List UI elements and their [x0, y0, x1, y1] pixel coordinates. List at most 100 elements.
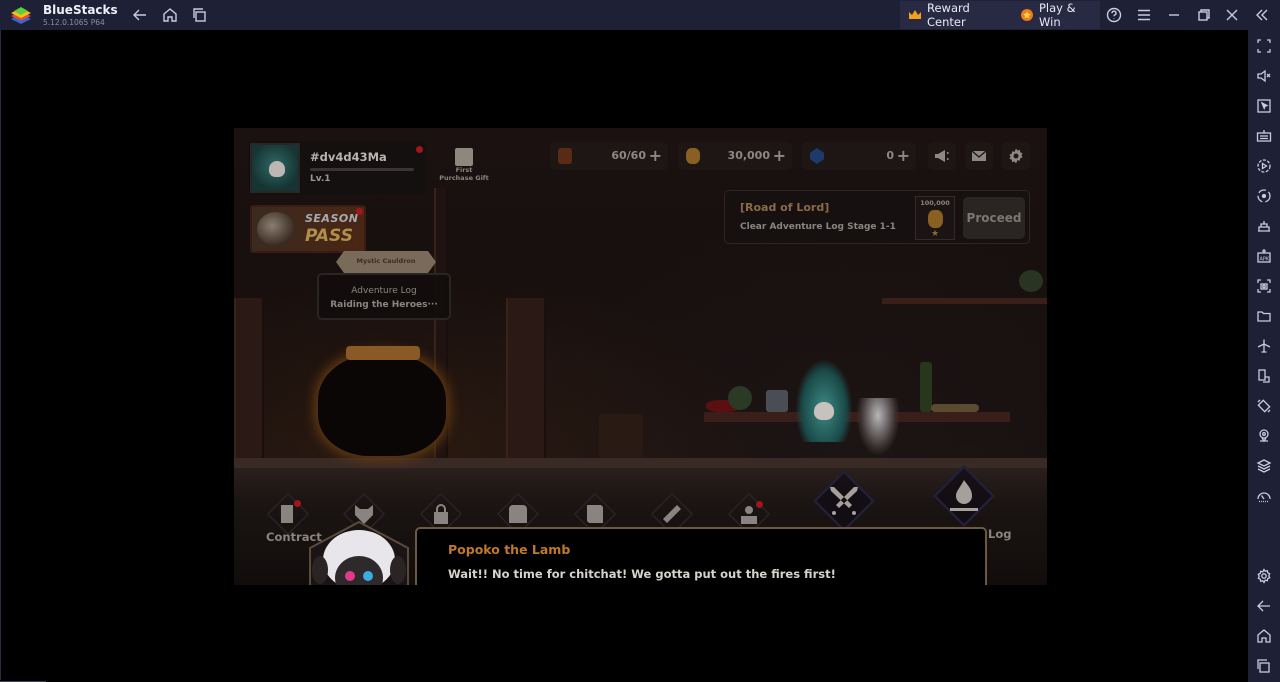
- adventure-log-subtitle: Raiding the Heroes···: [330, 300, 438, 310]
- play-win-coin-icon: [1020, 8, 1034, 22]
- location-icon[interactable]: [1254, 426, 1274, 446]
- player-name: #dv4d43Ma: [310, 150, 387, 164]
- volume-mute-icon[interactable]: [1254, 66, 1274, 86]
- add-gold-button[interactable]: +: [773, 146, 786, 165]
- collapse-sidebar-icon[interactable]: [1252, 5, 1272, 25]
- megaphone-icon: [935, 150, 949, 162]
- dialog-text: Wait!! No time for chitchat! We gotta pu…: [448, 567, 836, 581]
- proceed-button[interactable]: Proceed: [963, 197, 1025, 239]
- fullscreen-icon[interactable]: [1254, 36, 1274, 56]
- game-viewport[interactable]: #dv4d43Ma Lv.1 First Purchase Gift 60/60…: [234, 128, 1047, 585]
- feather-icon: [257, 212, 295, 246]
- mail-button[interactable]: [965, 142, 993, 170]
- star-icon: ★: [931, 229, 940, 239]
- right-sidebar: APK: [1248, 30, 1280, 682]
- quest-reward: 100,000 ★: [915, 196, 955, 240]
- skull-spirit-character[interactable]: [796, 360, 852, 442]
- watermelon-prop: [728, 386, 752, 410]
- player-avatar[interactable]: [250, 143, 300, 193]
- rotate-sync-icon[interactable]: [1254, 186, 1274, 206]
- bottle-prop: [920, 362, 932, 412]
- settings-icon[interactable]: [1254, 566, 1274, 586]
- back-icon[interactable]: [130, 5, 150, 25]
- keyboard-icon[interactable]: [1254, 126, 1274, 146]
- gold-reward-icon: [928, 210, 943, 228]
- flame-book-icon: [950, 480, 978, 511]
- season-pass-line1: SEASON: [305, 212, 359, 225]
- mystic-cauldron-banner: Mystic Cauldron: [336, 251, 436, 273]
- multi-instance-icon[interactable]: [1254, 366, 1274, 386]
- settings-button[interactable]: [1002, 142, 1030, 170]
- add-gem-button[interactable]: +: [897, 146, 910, 165]
- quest-panel: [Road of Lord] Clear Adventure Log Stage…: [724, 190, 1030, 244]
- lamb-character[interactable]: [856, 398, 900, 456]
- android-home-icon[interactable]: [1254, 626, 1274, 646]
- crown-icon: [908, 8, 922, 22]
- nav-battle[interactable]: [813, 470, 875, 532]
- resource-gem[interactable]: 0 +: [802, 142, 916, 170]
- nav-adventure-log[interactable]: [933, 465, 995, 527]
- screenshot-icon[interactable]: [1254, 276, 1274, 296]
- install-apk-icon[interactable]: APK: [1254, 246, 1274, 266]
- mystic-cauldron-label: Mystic Cauldron: [356, 257, 416, 265]
- background-pillar: [506, 298, 546, 468]
- gold-value: 30,000: [727, 149, 770, 162]
- gift-label-line1: First: [455, 166, 473, 174]
- dialog-box[interactable]: Popoko the Lamb Wait!! No time for chitc…: [415, 527, 987, 585]
- adventure-log-title: Adventure Log: [351, 286, 417, 296]
- layers-icon[interactable]: [1254, 456, 1274, 476]
- app-name: BlueStacks: [43, 3, 118, 17]
- app-version: 5.12.0.1065 P64: [43, 18, 105, 27]
- chest-icon: [509, 505, 527, 523]
- bluestacks-logo-icon: [11, 7, 31, 24]
- airplane-icon[interactable]: [1254, 336, 1274, 356]
- blue-gem-icon: [810, 148, 824, 164]
- wall-shelf: [882, 298, 1047, 304]
- monster-book-icon: [587, 505, 603, 523]
- mail-icon: [971, 150, 987, 161]
- adventure-log-box[interactable]: Adventure Log Raiding the Heroes···: [317, 273, 451, 320]
- gift-label-line2: Purchase Gift: [439, 174, 489, 182]
- reward-center-button[interactable]: Reward Center: [900, 1, 1012, 29]
- stamina-value: 60/60: [611, 149, 646, 162]
- pitcher-prop: [766, 390, 788, 412]
- close-icon[interactable]: [1222, 5, 1242, 25]
- help-icon[interactable]: [1104, 5, 1124, 25]
- mystic-cauldron[interactable]: [318, 346, 446, 456]
- crossed-swords-icon: [830, 487, 858, 515]
- performance-icon[interactable]: [1254, 486, 1274, 506]
- skull-icon: [814, 402, 834, 420]
- home-icon[interactable]: [160, 5, 180, 25]
- resource-stamina[interactable]: 60/60 +: [550, 142, 668, 170]
- gold-pile: [346, 346, 420, 360]
- first-purchase-gift-button[interactable]: First Purchase Gift: [436, 148, 492, 196]
- menu-icon[interactable]: [1134, 5, 1154, 25]
- announcement-button[interactable]: [928, 142, 956, 170]
- android-recents-icon[interactable]: [1254, 656, 1274, 676]
- pointer-icon[interactable]: [1254, 96, 1274, 116]
- nav-log-label: Log: [988, 527, 1012, 541]
- title-bar: BlueStacks 5.12.0.1065 P64 Reward Center…: [0, 0, 1280, 30]
- recent-apps-icon[interactable]: [190, 5, 210, 25]
- reward-center-label: Reward Center: [927, 1, 970, 29]
- svg-text:APK: APK: [1260, 257, 1270, 263]
- record-icon[interactable]: [1254, 156, 1274, 176]
- popoko-portrait: [309, 520, 409, 585]
- rotate-screen-icon[interactable]: [1254, 396, 1274, 416]
- notification-dot: [294, 500, 301, 507]
- skull-avatar-icon: [269, 161, 285, 177]
- minimize-icon[interactable]: [1164, 5, 1184, 25]
- resource-gold[interactable]: 30,000 +: [678, 142, 792, 170]
- nav-contract[interactable]: [266, 492, 310, 536]
- season-pass-button[interactable]: SEASON PASS: [250, 205, 366, 253]
- gear-icon: [1009, 148, 1023, 164]
- add-stamina-button[interactable]: +: [649, 146, 662, 165]
- android-back-icon[interactable]: [1254, 596, 1274, 616]
- folder-icon[interactable]: [1254, 306, 1274, 326]
- season-pass-line2: PASS: [305, 226, 353, 246]
- macro-icon[interactable]: [1254, 216, 1274, 236]
- play-win-button[interactable]: Play & Win: [1012, 1, 1100, 29]
- player-profile[interactable]: #dv4d43Ma Lv.1: [248, 141, 426, 195]
- play-win-label: Play & Win: [1039, 1, 1076, 29]
- restore-icon[interactable]: [1194, 5, 1214, 25]
